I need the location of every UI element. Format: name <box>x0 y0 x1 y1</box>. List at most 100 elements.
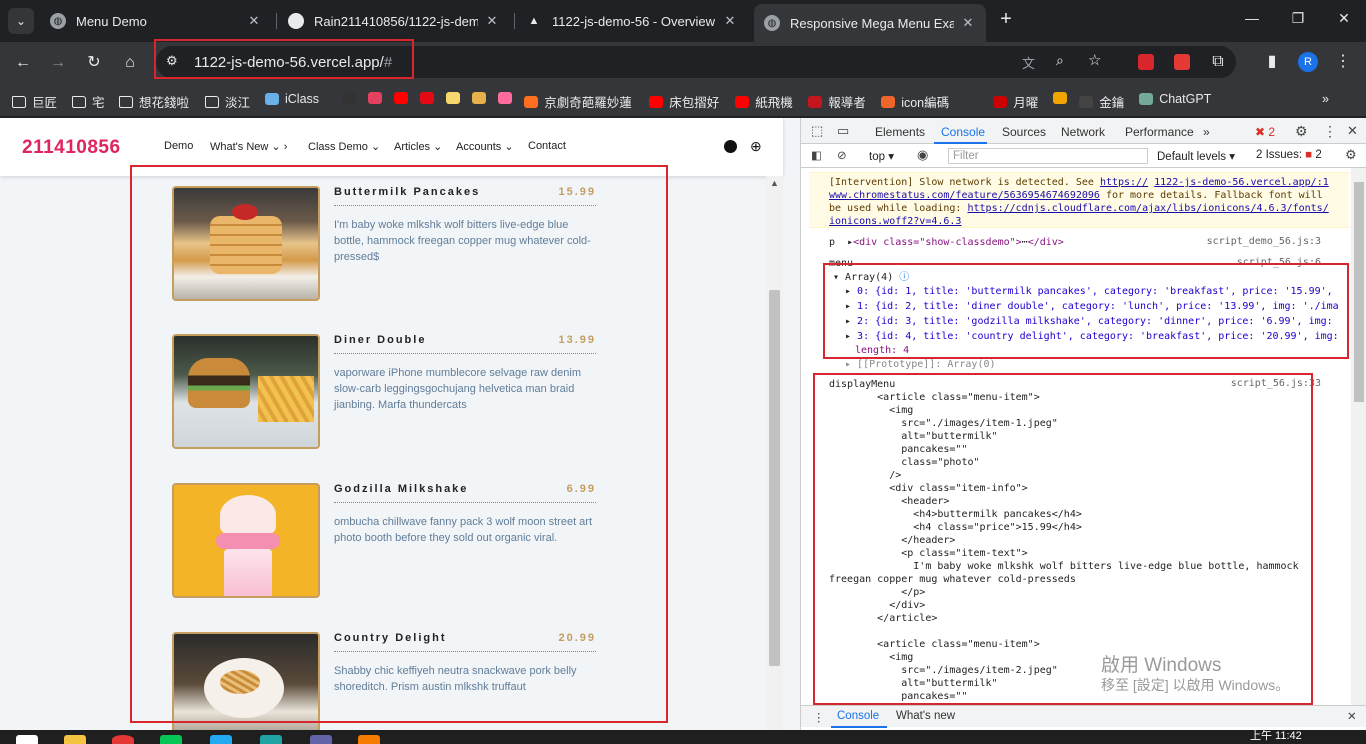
avatar[interactable]: R <box>1298 52 1318 72</box>
settings-gear-icon[interactable]: ⚙ <box>1295 123 1308 140</box>
bookmark-item[interactable]: 淡江 <box>205 92 250 111</box>
nav-whats-new[interactable]: What's New ⌄ › <box>210 140 287 153</box>
eye-icon[interactable]: ◉ <box>917 147 928 163</box>
bookmark-item[interactable]: iClass <box>265 92 319 106</box>
bookmark-item[interactable]: 金鑰 <box>1079 92 1124 111</box>
restore-button[interactable]: ❐ <box>1288 10 1308 27</box>
tab-network[interactable]: Network <box>1061 125 1105 139</box>
bookmark-item[interactable] <box>1053 92 1073 104</box>
tab-elements[interactable]: Elements <box>875 125 925 139</box>
brand-logo[interactable]: 211410856 <box>22 137 121 159</box>
teams-icon[interactable] <box>310 735 332 744</box>
home-button[interactable]: ⌂ <box>119 52 141 74</box>
zoom-icon[interactable]: ⌕ <box>1056 52 1064 69</box>
font-link[interactable]: https://cdnjs.cloudflare.com/ajax/libs/i… <box>967 203 1328 214</box>
bookmark-item[interactable] <box>342 92 362 104</box>
nav-articles[interactable]: Articles ⌄ <box>394 140 442 153</box>
side-panel-icon[interactable]: ▮ <box>1261 51 1283 73</box>
source-link[interactable]: script_demo_56.js:3 <box>1207 236 1321 247</box>
start-icon[interactable] <box>16 735 38 744</box>
bookmark-item[interactable]: 巨匠 <box>12 92 57 111</box>
extensions-puzzle-icon[interactable]: ⧉ <box>1207 51 1229 73</box>
device-toolbar-icon[interactable]: ▭ <box>837 123 849 139</box>
nav-accounts[interactable]: Accounts ⌄ <box>456 140 514 153</box>
error-badge[interactable]: ✖ 2 <box>1255 125 1275 139</box>
bookmark-item[interactable]: 宅 <box>72 92 105 111</box>
tab-console[interactable]: Console <box>941 125 985 139</box>
bookmark-item[interactable] <box>368 92 388 104</box>
tab-performance[interactable]: Performance <box>1125 125 1194 139</box>
inspect-icon[interactable]: ⬚ <box>811 123 823 139</box>
more-tabs[interactable]: » <box>1203 125 1210 139</box>
extension-icon[interactable] <box>1174 54 1190 70</box>
kebab-menu-icon[interactable]: ⋮ <box>1323 123 1337 140</box>
console-settings-icon[interactable]: ⚙ <box>1345 147 1357 163</box>
close-icon[interactable]: ✕ <box>722 13 738 29</box>
page-scrollbar[interactable]: ▲ ▼ <box>766 176 783 744</box>
tab-github[interactable]: Rain211410856/1122-js-demo ✕ <box>278 6 510 36</box>
tab-menu-demo[interactable]: ◍ Menu Demo ✕ <box>40 6 272 36</box>
new-tab-button[interactable]: + <box>996 8 1016 31</box>
back-button[interactable]: ← <box>12 52 34 74</box>
tab-mega-menu[interactable]: ◍ Responsive Mega Menu Exam ✕ <box>754 4 986 42</box>
drawer-tab-console[interactable]: Console <box>837 710 879 722</box>
close-icon[interactable]: ✕ <box>484 13 500 29</box>
close-icon[interactable]: ✕ <box>960 15 976 31</box>
nav-contact[interactable]: Contact <box>528 140 566 152</box>
hd-extension-icon[interactable] <box>1138 54 1154 70</box>
source-link[interactable]: 1122-js-demo-56.vercel.app/:1 <box>1154 177 1329 188</box>
scrollbar-thumb[interactable] <box>769 290 780 666</box>
edge-icon[interactable] <box>260 735 282 744</box>
globe-icon[interactable]: ⊕ <box>750 138 762 155</box>
chromestatus-link[interactable]: www.chromestatus.com/feature/56369546746… <box>829 190 1100 201</box>
bookmark-item[interactable]: 床包摺好 <box>649 92 719 111</box>
bookmark-item[interactable] <box>420 92 440 104</box>
close-drawer-icon[interactable]: ✕ <box>1347 709 1357 723</box>
nav-class-demo[interactable]: Class Demo ⌄ <box>308 140 380 153</box>
array-prototype[interactable]: ▸ [[Prototype]]: Array(0) <box>845 358 996 371</box>
menu-kebab-icon[interactable]: ⋮ <box>1332 51 1354 73</box>
taskbar-clock[interactable]: 上午 11:42 <box>1250 731 1302 742</box>
close-devtools-icon[interactable]: ✕ <box>1347 123 1358 139</box>
clear-console-icon[interactable]: ⊘ <box>837 148 847 162</box>
close-window-button[interactable]: ✕ <box>1334 10 1354 27</box>
drawer-menu-icon[interactable]: ⋮ <box>813 710 825 724</box>
tab-search-button[interactable]: ⌄ <box>8 8 34 34</box>
close-icon[interactable]: ✕ <box>246 13 262 29</box>
issues-badge[interactable]: 2 Issues: ■ 2 <box>1256 149 1322 161</box>
bookmark-item[interactable]: 月曜 <box>993 92 1038 111</box>
translate-icon[interactable]: 文 <box>1022 53 1035 72</box>
bookmarks-overflow-button[interactable]: » <box>1322 92 1329 106</box>
drawer-tab-whats-new[interactable]: What's new <box>896 710 955 722</box>
tab-sources[interactable]: Sources <box>1002 125 1046 139</box>
line-icon[interactable] <box>160 735 182 744</box>
bookmark-item[interactable]: 想花錢啦 <box>119 92 189 111</box>
font-link-cont[interactable]: ionicons.woff2?v=4.6.3 <box>829 216 961 227</box>
forward-button[interactable]: → <box>47 52 69 74</box>
bookmark-item[interactable]: ChatGPT <box>1139 92 1211 106</box>
bookmark-item[interactable]: 報導者 <box>808 92 866 111</box>
context-select[interactable]: top ▾ <box>869 149 894 163</box>
reload-button[interactable]: ↻ <box>83 52 105 74</box>
bookmark-item[interactable]: 紙飛機 <box>735 92 793 111</box>
minimize-button[interactable]: — <box>1242 10 1262 26</box>
nav-demo[interactable]: Demo <box>164 140 193 152</box>
github-icon[interactable] <box>724 140 737 153</box>
bookmark-item[interactable] <box>394 92 414 104</box>
vscode-icon[interactable] <box>210 735 232 744</box>
chrome-icon[interactable] <box>112 735 134 744</box>
bookmark-item[interactable] <box>498 92 518 104</box>
bookmark-star-icon[interactable]: ☆ <box>1088 51 1101 69</box>
scrollbar-thumb[interactable] <box>1354 182 1364 402</box>
filter-input[interactable]: Filter <box>948 148 1148 164</box>
bookmark-item[interactable]: 京劇奇葩羅妙蓮 <box>524 92 632 111</box>
app-icon[interactable] <box>358 735 380 744</box>
levels-select[interactable]: Default levels ▾ <box>1157 149 1235 163</box>
warning-link[interactable]: https:// <box>1100 177 1148 188</box>
sidebar-toggle-icon[interactable]: ◧ <box>811 148 822 162</box>
file-explorer-icon[interactable] <box>64 735 86 744</box>
tab-vercel[interactable]: ▲ 1122-js-demo-56 - Overview ✕ <box>516 6 748 36</box>
bookmark-item[interactable] <box>446 92 466 104</box>
bookmark-item[interactable] <box>472 92 492 104</box>
bookmark-item[interactable]: icon編碼 <box>881 92 949 111</box>
